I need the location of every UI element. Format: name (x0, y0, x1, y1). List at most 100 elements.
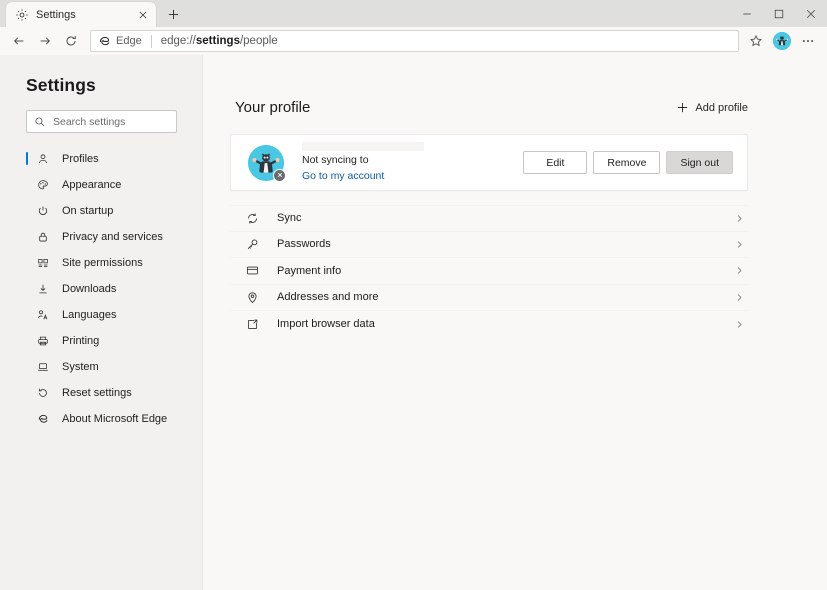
sidebar-item-languages[interactable]: Languages (0, 305, 202, 324)
gear-icon (15, 8, 29, 22)
sidebar-item-downloads[interactable]: Downloads (0, 279, 202, 298)
address-bar[interactable]: Edge edge://settings/people (90, 30, 739, 52)
sidebar-item-label: Site permissions (62, 256, 143, 269)
toolbar-right-actions (743, 29, 821, 53)
profile-info: Not syncing to Go to my account (302, 141, 523, 184)
close-button[interactable] (795, 0, 827, 27)
palette-icon (35, 177, 51, 193)
maximize-button[interactable] (763, 0, 795, 27)
row-label: Payment info (277, 264, 342, 277)
sidebar-item-label: Printing (62, 334, 100, 347)
card-icon (244, 263, 260, 279)
sidebar-item-label: Appearance (62, 178, 122, 191)
new-tab-button[interactable] (162, 3, 184, 25)
account-name (302, 141, 424, 151)
search-input[interactable] (53, 115, 188, 128)
add-profile-label: Add profile (695, 101, 748, 114)
languages-icon (35, 307, 51, 323)
settings-sidebar: Settings Profiles (0, 55, 203, 590)
remove-profile-button[interactable]: Remove (593, 151, 661, 174)
reset-icon (35, 385, 51, 401)
sync-icon (244, 210, 260, 226)
edge-icon (35, 411, 51, 427)
row-label: Sync (277, 212, 302, 225)
sign-out-button[interactable]: Sign out (666, 151, 733, 174)
sidebar-item-label: Privacy and services (62, 230, 163, 243)
edge-icon: Edge (98, 35, 142, 48)
profile-card: Not syncing to Go to my account Edit Rem… (230, 134, 748, 191)
sidebar-item-label: System (62, 360, 99, 373)
address-bar-url: edge://settings/people (161, 35, 278, 47)
search-icon (34, 116, 46, 128)
chevron-right-icon (735, 240, 744, 249)
sidebar-item-about-microsoft-edge[interactable]: About Microsoft Edge (0, 409, 202, 428)
sidebar-item-label: Languages (62, 308, 117, 321)
sidebar-item-site-permissions[interactable]: Site permissions (0, 253, 202, 272)
sidebar-item-printing[interactable]: Printing (0, 331, 202, 350)
add-profile-button[interactable]: Add profile (677, 102, 748, 114)
section-title: Your profile (235, 99, 311, 116)
power-icon (35, 203, 51, 219)
row-passwords[interactable]: Passwords (230, 232, 748, 258)
profile-actions: Edit Remove Sign out (523, 151, 733, 174)
avatar (773, 32, 791, 50)
omnibox-divider (150, 34, 152, 48)
title-bar: Settings (0, 0, 827, 27)
sidebar-item-label: Profiles (62, 152, 99, 165)
minimize-button[interactable] (731, 0, 763, 27)
edit-profile-button[interactable]: Edit (523, 151, 588, 174)
location-pin-icon (244, 289, 260, 305)
row-import-browser-data[interactable]: Import browser data (230, 311, 748, 338)
sidebar-item-on-startup[interactable]: On startup (0, 201, 202, 220)
sidebar-item-privacy-and-services[interactable]: Privacy and services (0, 227, 202, 246)
row-sync[interactable]: Sync (230, 205, 748, 232)
reload-icon[interactable] (58, 29, 84, 53)
back-arrow-icon[interactable] (6, 29, 32, 53)
download-icon (35, 281, 51, 297)
sidebar-item-label: Reset settings (62, 386, 132, 399)
url-bold-segment: settings (195, 35, 240, 47)
sync-status-text: Not syncing to (302, 153, 369, 166)
avatar[interactable] (248, 144, 286, 182)
error-badge-icon (273, 168, 286, 182)
settings-main-pane: Your profile Add profile Not syncing to … (204, 55, 827, 590)
profile-avatar-icon[interactable] (769, 29, 795, 53)
edge-browser-window: Settings Edge edge://settings/people Set… (0, 0, 827, 590)
row-addresses-and-more[interactable]: Addresses and more (230, 285, 748, 311)
permissions-icon (35, 255, 51, 271)
tab-title: Settings (36, 8, 76, 21)
row-label: Import browser data (277, 318, 375, 331)
ellipsis-icon[interactable] (795, 29, 821, 53)
sidebar-item-system[interactable]: System (0, 357, 202, 376)
browser-tab-settings[interactable]: Settings (6, 2, 156, 27)
printer-icon (35, 333, 51, 349)
profile-settings-rows: Sync Passwords Payment info Addresses an… (230, 205, 748, 338)
sidebar-item-label: About Microsoft Edge (62, 412, 168, 425)
row-label: Passwords (277, 238, 331, 251)
search-settings-box[interactable] (26, 110, 188, 133)
import-icon (244, 316, 260, 332)
row-payment-info[interactable]: Payment info (230, 258, 748, 285)
url-suffix: /people (239, 35, 278, 47)
laptop-icon (35, 359, 51, 375)
page-title: Settings (26, 75, 96, 95)
forward-arrow-icon[interactable] (32, 29, 58, 53)
chevron-right-icon (735, 320, 744, 329)
go-to-my-account-link[interactable]: Go to my account (302, 170, 384, 182)
selection-indicator (26, 152, 28, 165)
star-icon[interactable] (743, 29, 769, 53)
section-header: Your profile Add profile (235, 99, 748, 116)
sidebar-item-profiles[interactable]: Profiles (0, 149, 202, 168)
url-prefix: edge:// (160, 35, 196, 47)
sidebar-item-label: On startup (62, 204, 114, 217)
lock-icon (35, 229, 51, 245)
sidebar-item-reset-settings[interactable]: Reset settings (0, 383, 202, 402)
window-controls (731, 0, 827, 27)
close-icon[interactable] (135, 7, 150, 22)
chevron-right-icon (735, 214, 744, 223)
page-content: Settings Profiles (0, 55, 827, 590)
settings-nav-list: Profiles Appearance On startup Privacy a… (0, 149, 202, 428)
person-icon (35, 151, 51, 167)
sidebar-item-appearance[interactable]: Appearance (0, 175, 202, 194)
row-label: Addresses and more (277, 291, 379, 304)
